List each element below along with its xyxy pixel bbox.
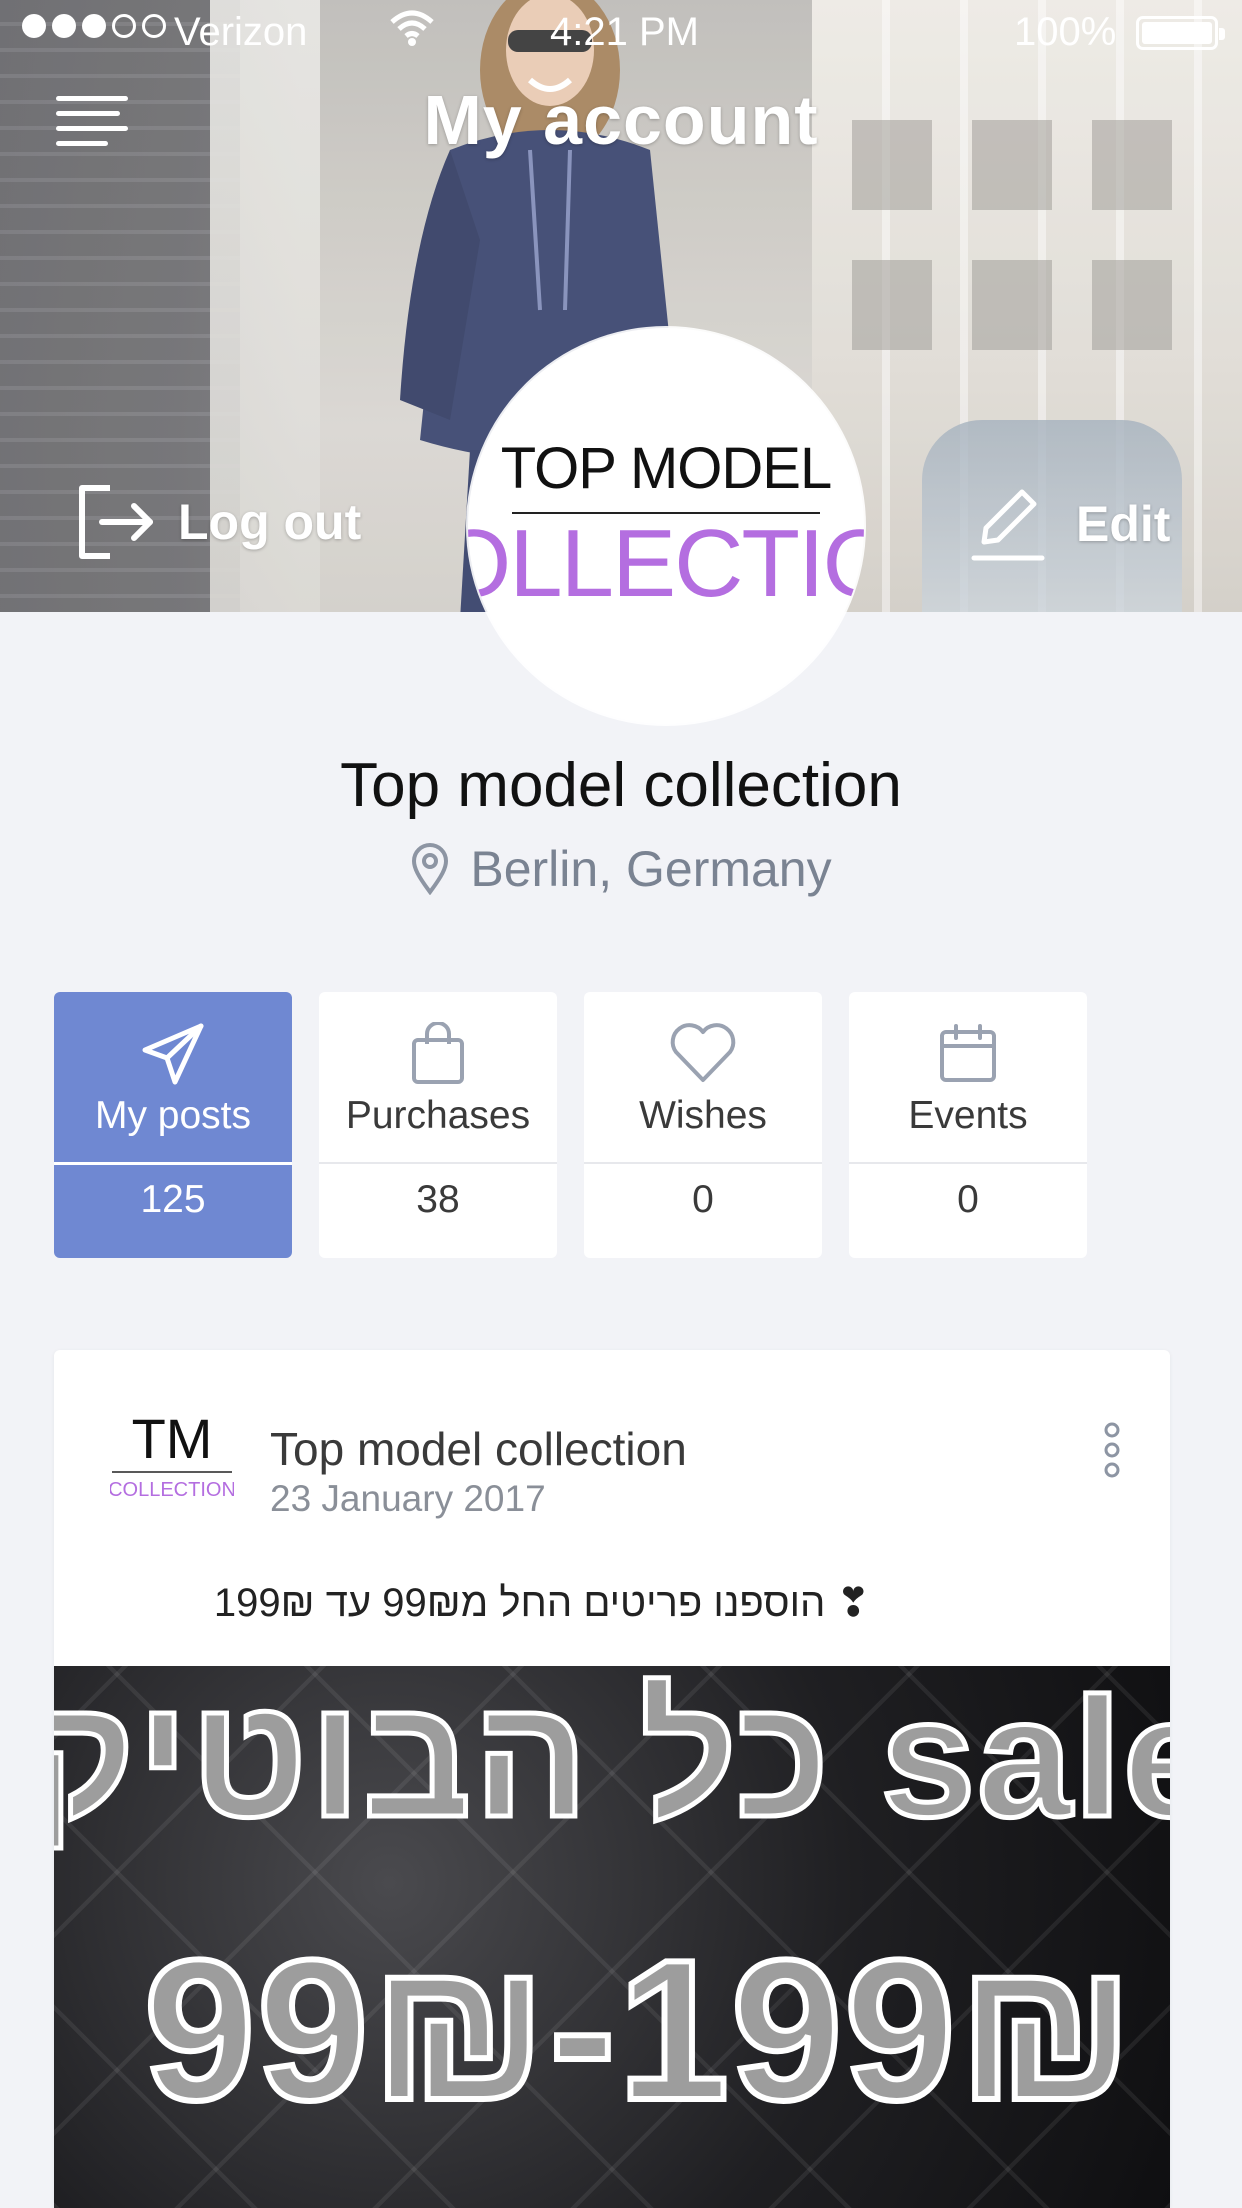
shopping-bag-icon bbox=[412, 1022, 464, 1084]
battery-percent: 100% bbox=[1014, 10, 1117, 54]
logout-icon bbox=[79, 485, 153, 559]
tab-count: 0 bbox=[957, 1178, 979, 1221]
tab-my-posts[interactable]: My posts 125 bbox=[54, 992, 292, 1258]
image-text-line1: כל הבוטיק sale bbox=[54, 1666, 1170, 1856]
page-title: My account bbox=[423, 81, 819, 159]
post-date: 23 January 2017 bbox=[270, 1478, 546, 1519]
logout-label: Log out bbox=[178, 494, 362, 550]
tab-label: Events bbox=[908, 1094, 1028, 1137]
post-image[interactable]: כל הבוטיק sale 99₪-199₪ bbox=[54, 1666, 1170, 2208]
carrier-name: Verizon bbox=[174, 10, 308, 54]
location-pin-icon bbox=[412, 843, 449, 895]
tab-count: 38 bbox=[416, 1178, 460, 1221]
edit-profile-button[interactable]: Edit bbox=[970, 484, 1170, 564]
heart-icon bbox=[670, 1023, 736, 1082]
profile-avatar[interactable]: TOP MODEL COLLECTION bbox=[468, 328, 864, 724]
calendar-icon bbox=[940, 1024, 996, 1082]
tab-purchases[interactable]: Purchases 38 bbox=[319, 992, 557, 1258]
tab-events[interactable]: Events 0 bbox=[849, 992, 1087, 1258]
profile-name: Top model collection bbox=[340, 751, 902, 820]
location-text: Berlin, Germany bbox=[470, 841, 832, 897]
post-author-logo[interactable]: TM COLLECTION bbox=[110, 1410, 234, 1506]
battery-icon bbox=[1136, 16, 1225, 50]
post-text: ❣ הוספנו פריטים החל מ99₪ עד 199₪ bbox=[213, 1581, 870, 1625]
tab-count: 125 bbox=[140, 1178, 206, 1221]
status-bar: Verizon 4:21 PM 100% bbox=[0, 0, 1242, 66]
wifi-icon bbox=[390, 10, 434, 46]
logout-button[interactable]: Log out bbox=[76, 484, 361, 560]
post-card: TM COLLECTION Top model collection 23 Ja… bbox=[54, 1350, 1170, 2208]
svg-text:COLLECTION: COLLECTION bbox=[468, 510, 864, 617]
post-author-name[interactable]: Top model collection bbox=[270, 1422, 687, 1476]
edit-label: Edit bbox=[1076, 496, 1171, 552]
tab-label: Wishes bbox=[639, 1094, 767, 1137]
svg-text:COLLECTION: COLLECTION bbox=[110, 1479, 234, 1501]
status-time: 4:21 PM bbox=[550, 10, 699, 54]
signal-strength-icon bbox=[22, 14, 166, 38]
image-text-line2: 99₪-199₪ bbox=[141, 1916, 1137, 2145]
pencil-icon bbox=[971, 489, 1045, 561]
tab-label: My posts bbox=[94, 1094, 252, 1137]
more-options-icon[interactable] bbox=[1102, 1420, 1122, 1480]
profile-location: Berlin, Germany bbox=[0, 840, 1242, 898]
brand-logo: TOP MODEL COLLECTION bbox=[468, 436, 864, 617]
send-icon bbox=[142, 1023, 204, 1085]
tab-wishes[interactable]: Wishes 0 bbox=[584, 992, 822, 1258]
tab-label: Purchases bbox=[345, 1094, 531, 1137]
tab-count: 0 bbox=[692, 1178, 714, 1221]
svg-text:TM: TM bbox=[132, 1410, 213, 1470]
svg-text:TOP MODEL: TOP MODEL bbox=[501, 436, 832, 501]
